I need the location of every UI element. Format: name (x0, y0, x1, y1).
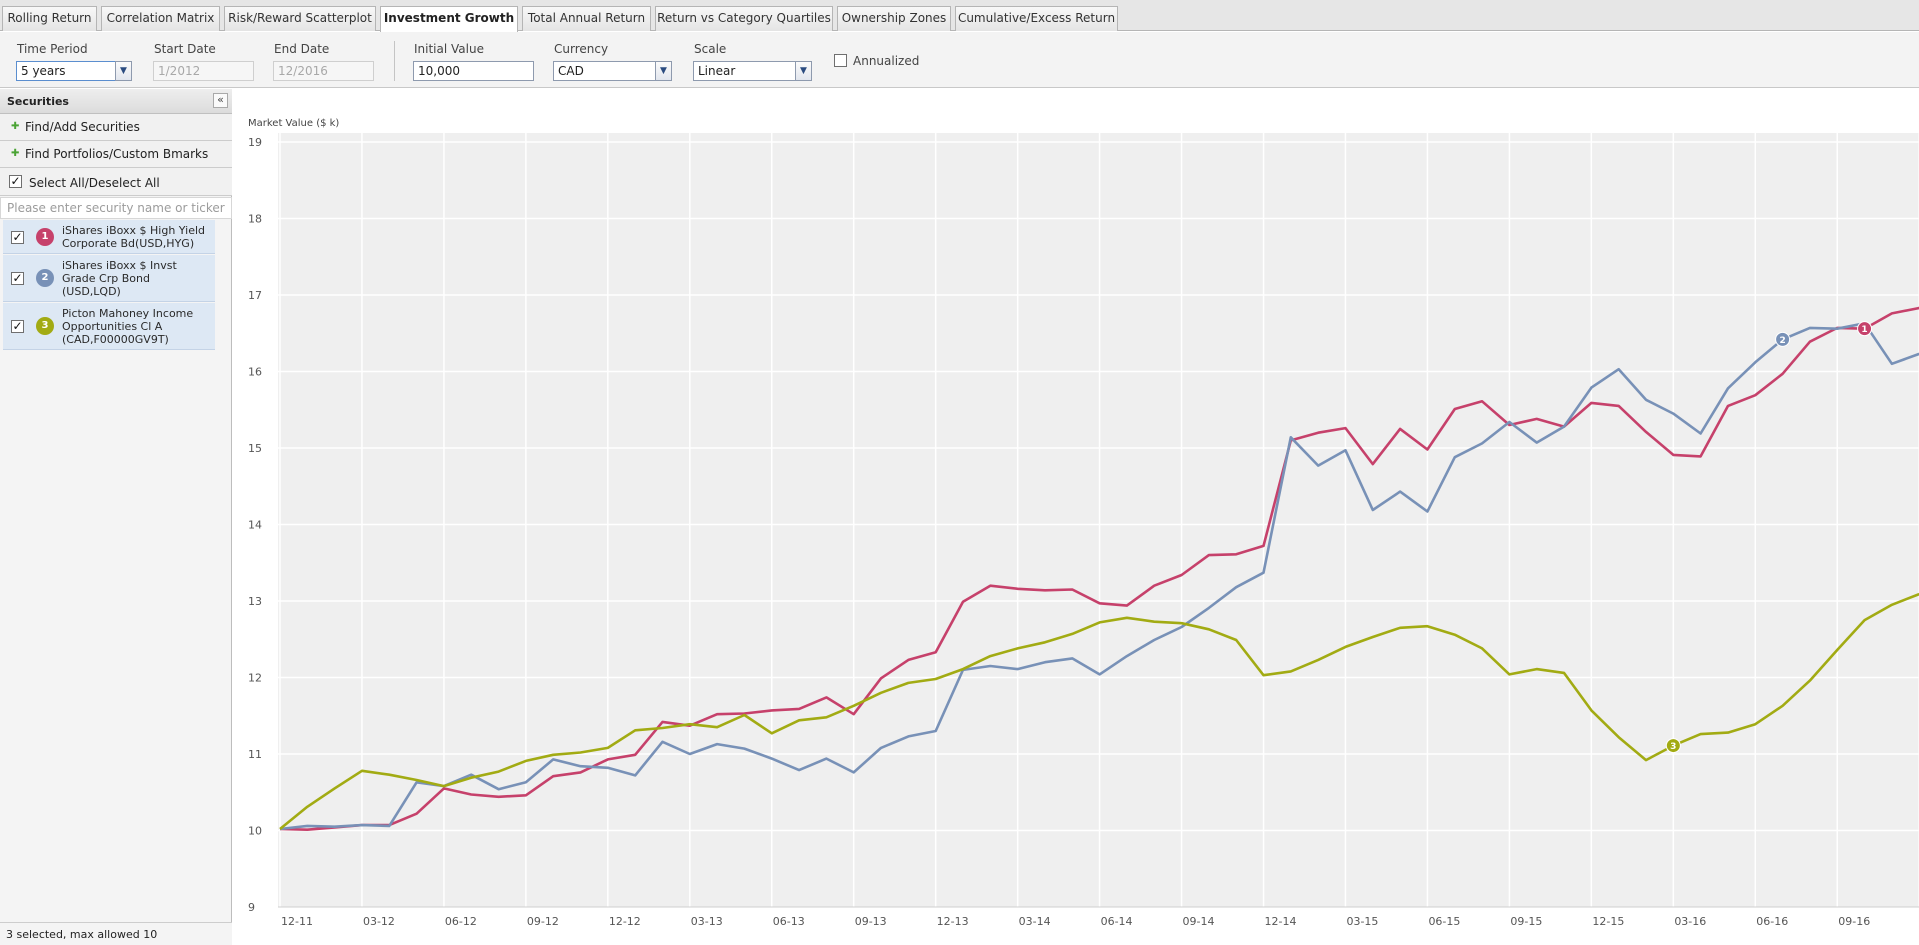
find-add-securities-label: Find/Add Securities (25, 120, 140, 134)
securities-header: Securities « (0, 89, 232, 114)
select-all-label: Select All/Deselect All (29, 176, 160, 190)
y-tick-label: 12 (248, 672, 262, 685)
tab-correlation-matrix[interactable]: Correlation Matrix (101, 6, 220, 31)
selection-status-text: 3 selected, max allowed 10 (6, 928, 158, 941)
x-tick-label: 03-16 (1674, 915, 1706, 928)
tab-rolling-return[interactable]: Rolling Return (2, 6, 97, 31)
initial-value-label: Initial Value (414, 42, 484, 56)
initial-value-input[interactable]: 10,000 (413, 61, 534, 81)
security-item-3[interactable]: ✓ 3 Picton Mahoney Income Opportunities … (3, 303, 215, 350)
x-tick-label: 06-15 (1428, 915, 1460, 928)
security-number-badge: 3 (36, 317, 54, 335)
currency-select[interactable]: CAD (553, 61, 656, 81)
x-tick-label: 06-13 (773, 915, 805, 928)
x-tick-label: 09-13 (855, 915, 887, 928)
y-tick-label: 15 (248, 442, 262, 455)
x-tick-label: 09-16 (1838, 915, 1870, 928)
tab-return-vs-category-quartiles[interactable]: Return vs Category Quartiles (655, 6, 833, 31)
find-portfolios-button[interactable]: ✚ Find Portfolios/Custom Bmarks (0, 141, 232, 168)
securities-panel: Securities « ✚ Find/Add Securities ✚ Fin… (0, 89, 232, 945)
select-all-row: ✓ Select All/Deselect All (0, 168, 232, 196)
y-tick-label: 18 (248, 213, 262, 226)
investment-growth-chart: 9 10 11 12 13 14 15 16 17 18 19 12-11 03-12 06-12 09-1… (233, 89, 1919, 945)
scale-label: Scale (694, 42, 727, 56)
plus-icon: ✚ (11, 148, 20, 159)
security-checkbox[interactable]: ✓ (11, 272, 24, 285)
y-tick-label: 16 (248, 366, 262, 379)
x-tick-label: 03-14 (1019, 915, 1051, 928)
annualized-checkbox[interactable] (834, 54, 847, 67)
x-tick-label: 12-14 (1265, 915, 1297, 928)
x-tick-label: 09-12 (527, 915, 559, 928)
security-name: Picton Mahoney Income Opportunities Cl A… (62, 307, 194, 346)
x-tick-label: 03-15 (1346, 915, 1378, 928)
chart-options-toolbar: Time Period 5 years ▼ Start Date 1/2012 … (0, 32, 1919, 88)
tab-risk-reward-scatterplot[interactable]: Risk/Reward Scatterplot (224, 6, 376, 31)
find-portfolios-label: Find Portfolios/Custom Bmarks (25, 147, 209, 161)
x-tick-label: 03-12 (363, 915, 395, 928)
y-axis-title: Market Value ($ k) (248, 118, 339, 129)
security-item-2[interactable]: ✓ 2 iShares iBoxx $ Invst Grade Crp Bond… (3, 255, 215, 302)
tab-bar: Rolling Return Correlation Matrix Risk/R… (0, 0, 1919, 32)
security-checkbox[interactable]: ✓ (11, 231, 24, 244)
y-tick-label: 9 (248, 901, 255, 914)
tab-total-annual-return[interactable]: Total Annual Return (522, 6, 651, 31)
x-tick-label: 06-12 (445, 915, 477, 928)
end-date-label: End Date (274, 42, 330, 56)
x-tick-label: 03-13 (691, 915, 723, 928)
y-tick-label: 14 (248, 519, 262, 532)
x-tick-label: 12-15 (1592, 915, 1624, 928)
x-tick-label: 09-15 (1510, 915, 1542, 928)
series-marker-label: 2 (1779, 336, 1785, 346)
series-marker-3: 3 (1665, 738, 1681, 754)
security-name: iShares iBoxx $ High Yield Corporate Bd(… (62, 224, 205, 250)
time-period-label: Time Period (17, 42, 88, 56)
start-date-field: 1/2012 (153, 61, 254, 81)
currency-label: Currency (554, 42, 609, 56)
x-tick-label: 06-14 (1101, 915, 1133, 928)
toolbar-divider (394, 41, 395, 81)
chart-svg: 91011121314151617181912-11 03-12 06-12 09-1… (248, 118, 1919, 928)
series-marker-label: 1 (1861, 325, 1867, 335)
annualized-label: Annualized (853, 54, 920, 68)
collapse-panel-icon[interactable]: « (213, 93, 228, 108)
securities-title: Securities (7, 95, 69, 108)
security-checkbox[interactable]: ✓ (11, 320, 24, 333)
security-number-badge: 1 (36, 228, 54, 246)
end-date-field: 12/2016 (273, 61, 374, 81)
y-tick-label: 13 (248, 595, 262, 608)
tab-cumulative-excess-return[interactable]: Cumulative/Excess Return (955, 6, 1118, 31)
y-tick-label: 19 (248, 136, 262, 149)
find-add-securities-button[interactable]: ✚ Find/Add Securities (0, 114, 232, 141)
series-marker-1: 1 (1857, 321, 1873, 337)
security-search-input[interactable] (0, 197, 232, 219)
currency-dropdown-icon[interactable]: ▼ (655, 61, 672, 81)
tab-investment-growth[interactable]: Investment Growth (380, 6, 518, 32)
x-tick-label: 12-12 (609, 915, 641, 928)
start-date-label: Start Date (154, 42, 216, 56)
tab-ownership-zones[interactable]: Ownership Zones (837, 6, 951, 31)
y-tick-label: 10 (248, 825, 262, 838)
x-tick-label: 06-16 (1756, 915, 1788, 928)
security-number-badge: 2 (36, 269, 54, 287)
series-marker-label: 3 (1670, 742, 1676, 752)
y-tick-label: 17 (248, 289, 262, 302)
selection-status-bar: 3 selected, max allowed 10 (0, 922, 232, 945)
security-item-1[interactable]: ✓ 1 iShares iBoxx $ High Yield Corporate… (3, 220, 215, 254)
x-tick-label: 12-13 (937, 915, 969, 928)
scale-dropdown-icon[interactable]: ▼ (795, 61, 812, 81)
time-period-select[interactable]: 5 years (16, 61, 116, 81)
x-tick-label: 12-11 (281, 915, 313, 928)
y-tick-label: 11 (248, 748, 262, 761)
plus-icon: ✚ (11, 121, 20, 132)
time-period-dropdown-icon[interactable]: ▼ (115, 61, 132, 81)
x-tick-label: 09-14 (1183, 915, 1215, 928)
series-marker-2: 2 (1775, 331, 1791, 347)
security-name: iShares iBoxx $ Invst Grade Crp Bond (US… (62, 259, 177, 298)
scale-select[interactable]: Linear (693, 61, 796, 81)
select-all-checkbox[interactable]: ✓ (9, 175, 22, 188)
